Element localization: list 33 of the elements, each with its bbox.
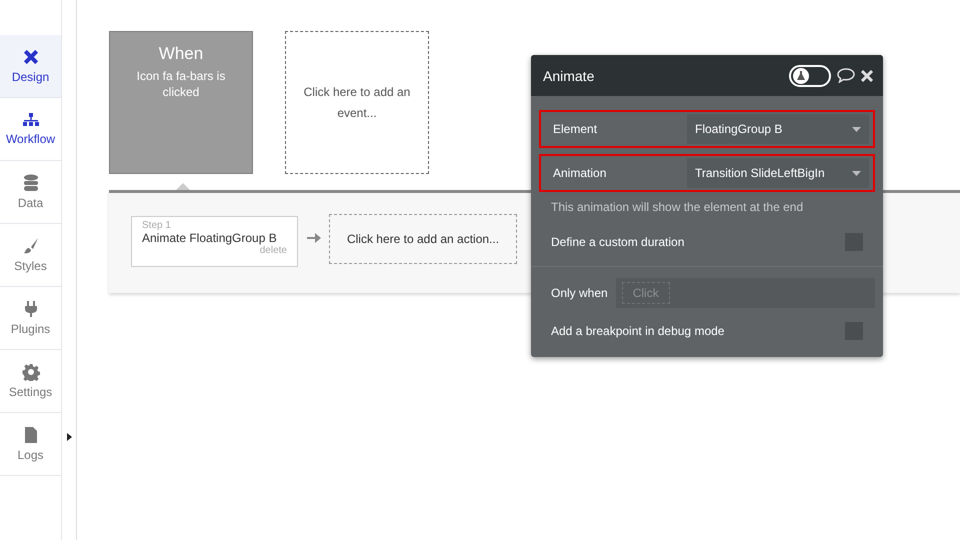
step-title: Animate FloatingGroup B [142,231,278,245]
step-card[interactable]: Step 1 Animate FloatingGroup B delete [131,216,298,267]
delete-link[interactable]: delete [142,245,287,256]
field-label: Element [553,122,598,136]
option-label: Define a custom duration [551,235,684,249]
expand-arrow-icon[interactable] [67,433,72,441]
caret-icon [852,126,861,132]
toggle-switch[interactable] [789,64,831,86]
caret-icon [852,170,861,176]
event-description: Icon fa fa-bars is clicked [136,68,226,100]
add-action-card[interactable]: Click here to add an action... [329,214,517,264]
sitemap-icon [22,112,40,128]
dropdown[interactable]: FloatingGroup B [687,114,869,144]
event-heading: When [158,44,204,64]
field-label: Animation [553,166,608,180]
sidebar-tab[interactable]: Design [0,35,61,98]
brush-icon [22,237,38,255]
comment-icon[interactable] [837,68,855,83]
close-icon[interactable] [861,70,873,82]
field-label: Only when [551,286,608,300]
dropdown[interactable]: Transition SlideLeftBigIn [687,158,869,188]
arrow-icon [307,232,321,244]
add-event-card[interactable]: Click here to add an event... [285,31,429,174]
document-icon [24,426,38,444]
step-number: Step 1 [142,220,172,231]
hint-text: This animation will show the element at the end [550,199,804,216]
database-icon [22,174,38,192]
flask-icon [793,68,809,84]
settings-icon [22,363,40,381]
option-label: Add a breakpoint in debug mode [551,324,724,338]
event-card[interactable]: When Icon fa fa-bars is clicked [109,31,253,174]
panel-title: Animate [543,68,596,84]
plug-icon [24,300,38,318]
